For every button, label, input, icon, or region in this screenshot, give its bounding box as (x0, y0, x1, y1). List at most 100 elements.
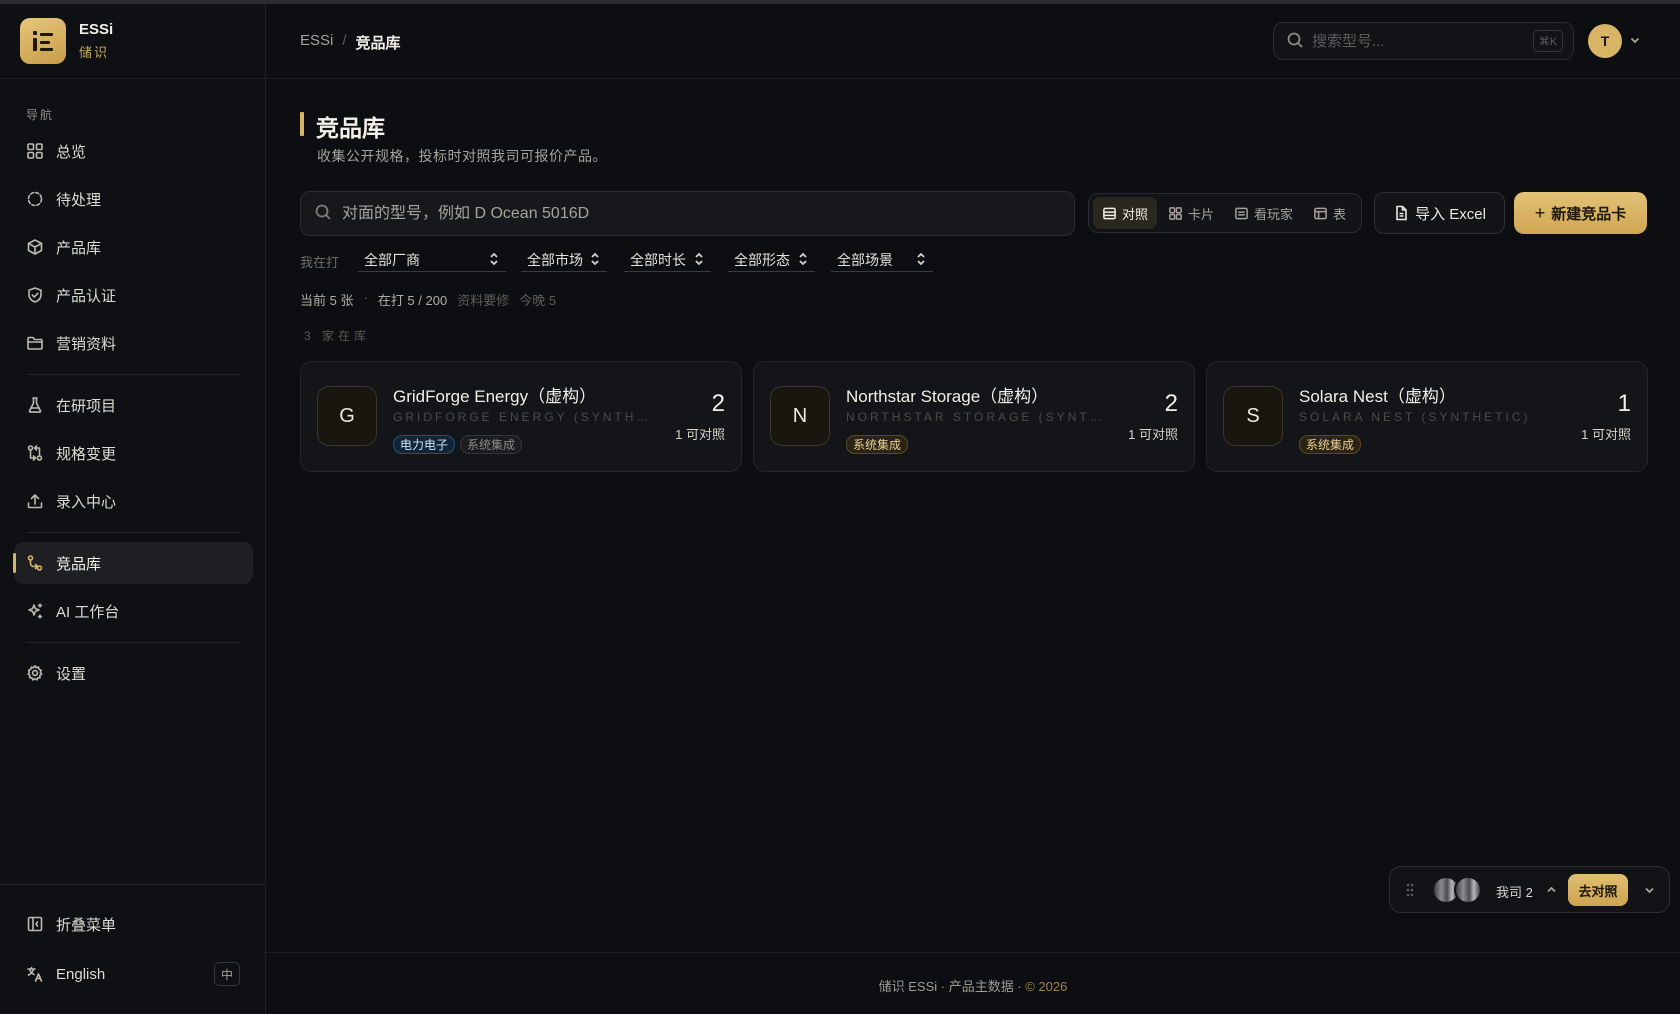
folder-icon (26, 334, 44, 352)
tag: 系统集成 (846, 435, 909, 454)
selected-product-thumbnails (1432, 876, 1482, 904)
filter-label: 我在打 (300, 255, 340, 270)
filter-value: 全部形态 (734, 251, 790, 268)
grid-icon (1169, 206, 1182, 220)
sidebar-item-projects[interactable]: 在研项目 (14, 384, 253, 426)
rows-icon (1103, 207, 1116, 219)
page-subtitle: 收集公开规格，投标时对照我司可报价产品。 (317, 148, 607, 164)
sidebar-item-marketing[interactable]: 营销资料 (14, 322, 253, 364)
nav-section-label: 导航 (26, 108, 55, 122)
sidebar-item-certification[interactable]: 产品认证 (14, 274, 253, 316)
product-count: 1 (1617, 390, 1631, 417)
filter-form[interactable]: 全部形态 (728, 248, 815, 272)
vendor-name-en: NORTHSTAR STORAGE (SYNTHETIC) (846, 410, 1102, 424)
product-thumbnail (1454, 876, 1482, 904)
go-compare-button[interactable]: 去对照 (1568, 874, 1628, 906)
footer-copyright: © 2026 (1025, 979, 1068, 994)
view-cards-button[interactable]: 卡片 (1159, 197, 1223, 229)
chevron-updown-icon (693, 251, 705, 270)
tag: 电力电子 (393, 435, 456, 454)
filter-scenario[interactable]: 全部场景 (831, 248, 933, 272)
swap-icon (26, 554, 44, 572)
sidebar: ESSi 储识 导航 总览 待处理 产品库 产品认证 营销资料 在研项目 规格变… (0, 4, 266, 1014)
sidebar-item-pending[interactable]: 待处理 (14, 178, 253, 220)
view-players-button[interactable]: 看玩家 (1225, 197, 1302, 229)
filter-duration[interactable]: 全部时长 (624, 248, 711, 272)
stat-current: 当前 5 张 (300, 293, 354, 308)
comparable-count: 1 可对照 (675, 427, 725, 442)
view-table-button[interactable]: 表 (1304, 197, 1355, 229)
breadcrumb-home[interactable]: ESSi (300, 32, 333, 53)
product-count: 2 (1164, 390, 1178, 417)
drag-handle-icon[interactable] (1405, 882, 1415, 901)
competitor-card[interactable]: G GridForge Energy（虚构） GRIDFORGE ENERGY … (300, 361, 742, 472)
view-label: 卡片 (1188, 206, 1215, 222)
shortcut-hint: ⌘K (1533, 30, 1563, 52)
vendor-tags: 电力电子 系统集成 (393, 435, 527, 454)
filter-vendor[interactable]: 全部厂商 (358, 248, 506, 272)
global-search[interactable]: ⌘K (1273, 22, 1574, 60)
stats-line: 当前 5 张 · 在打 5 / 200 资料要修 今晚 5 (300, 290, 556, 309)
new-label: 新建竞品卡 (1551, 205, 1627, 223)
chevron-down-icon[interactable] (1643, 884, 1656, 900)
vendor-name-en: GRIDFORGE ENERGY (SYNTHETIC) (393, 410, 649, 424)
sidebar-item-spec-changes[interactable]: 规格变更 (14, 432, 253, 474)
competitor-search[interactable] (300, 191, 1075, 236)
import-excel-button[interactable]: 导入 Excel (1374, 192, 1505, 234)
stat-needs-fix[interactable]: 资料要修 (457, 290, 509, 309)
compare-count: 我司 2 (1496, 885, 1533, 900)
box-icon (26, 238, 44, 256)
sidebar-item-products[interactable]: 产品库 (14, 226, 253, 268)
divider (26, 374, 240, 375)
vendor-avatar: S (1223, 386, 1283, 446)
sidebar-item-competitors[interactable]: 竞品库 (13, 542, 253, 584)
competitor-card[interactable]: N Northstar Storage（虚构） NORTHSTAR STORAG… (753, 361, 1195, 472)
vendor-name: Northstar Storage（虚构） (846, 387, 1049, 406)
product-count: 2 (711, 390, 725, 417)
translate-icon (26, 965, 44, 983)
gear-icon (26, 664, 44, 682)
sidebar-item-label: 竞品库 (56, 555, 102, 573)
divider (266, 952, 1680, 953)
brand-logo-icon (20, 18, 66, 64)
footer-text: 储识 ESSi · 产品主数据 · (878, 979, 1026, 994)
new-competitor-card-button[interactable]: + 新建竞品卡 (1514, 192, 1647, 234)
chevron-updown-icon (488, 251, 500, 270)
filter-value: 全部厂商 (364, 251, 420, 268)
sidebar-item-label: 待处理 (56, 191, 102, 209)
brand[interactable]: ESSi 储识 (20, 18, 113, 64)
chevron-updown-icon (915, 251, 927, 270)
global-search-input[interactable] (1312, 32, 1512, 50)
stat-in-progress: 在打 5 / 200 (377, 293, 448, 308)
vendor-name: GridForge Energy（虚构） (393, 387, 597, 406)
sidebar-item-label: AI 工作台 (56, 603, 120, 621)
competitor-search-input[interactable] (342, 204, 1042, 223)
chevron-down-icon[interactable] (1628, 33, 1642, 50)
import-label: 导入 Excel (1415, 205, 1486, 223)
vendor-avatar: N (770, 386, 830, 446)
sidebar-item-overview[interactable]: 总览 (14, 130, 253, 172)
breadcrumb-current: 竞品库 (355, 35, 401, 52)
view-switcher: 对照 卡片 看玩家 表 (1088, 193, 1362, 233)
sidebar-item-label: 营销资料 (56, 335, 117, 353)
competitor-card[interactable]: S Solara Nest（虚构） SOLARA NEST (SYNTHETIC… (1206, 361, 1648, 472)
filter-value: 全部时长 (630, 251, 686, 268)
filter-value: 全部市场 (527, 251, 583, 268)
view-compare-button[interactable]: 对照 (1093, 197, 1157, 229)
collapse-menu-button[interactable]: 折叠菜单 (14, 903, 253, 945)
stat-tonight[interactable]: 今晚 5 (519, 290, 556, 309)
filter-market[interactable]: 全部市场 (521, 248, 607, 272)
sidebar-item-settings[interactable]: 设置 (14, 652, 253, 694)
compare-tray: 我司 2 去对照 (1389, 866, 1670, 913)
avatar[interactable]: T (1588, 24, 1622, 58)
view-label: 对照 (1122, 206, 1149, 222)
chevron-up-icon[interactable] (1545, 883, 1558, 899)
sidebar-item-ai-workbench[interactable]: AI 工作台 (14, 590, 253, 632)
page-title: 竞品库 (316, 115, 385, 141)
sidebar-item-entry-center[interactable]: 录入中心 (14, 480, 253, 522)
language-toggle[interactable]: 中 (214, 962, 240, 986)
vendor-name: Solara Nest（虚构） (1299, 387, 1456, 406)
sparkles-icon (26, 602, 44, 620)
title-accent-bar (300, 112, 304, 136)
language-label: English (56, 965, 106, 983)
